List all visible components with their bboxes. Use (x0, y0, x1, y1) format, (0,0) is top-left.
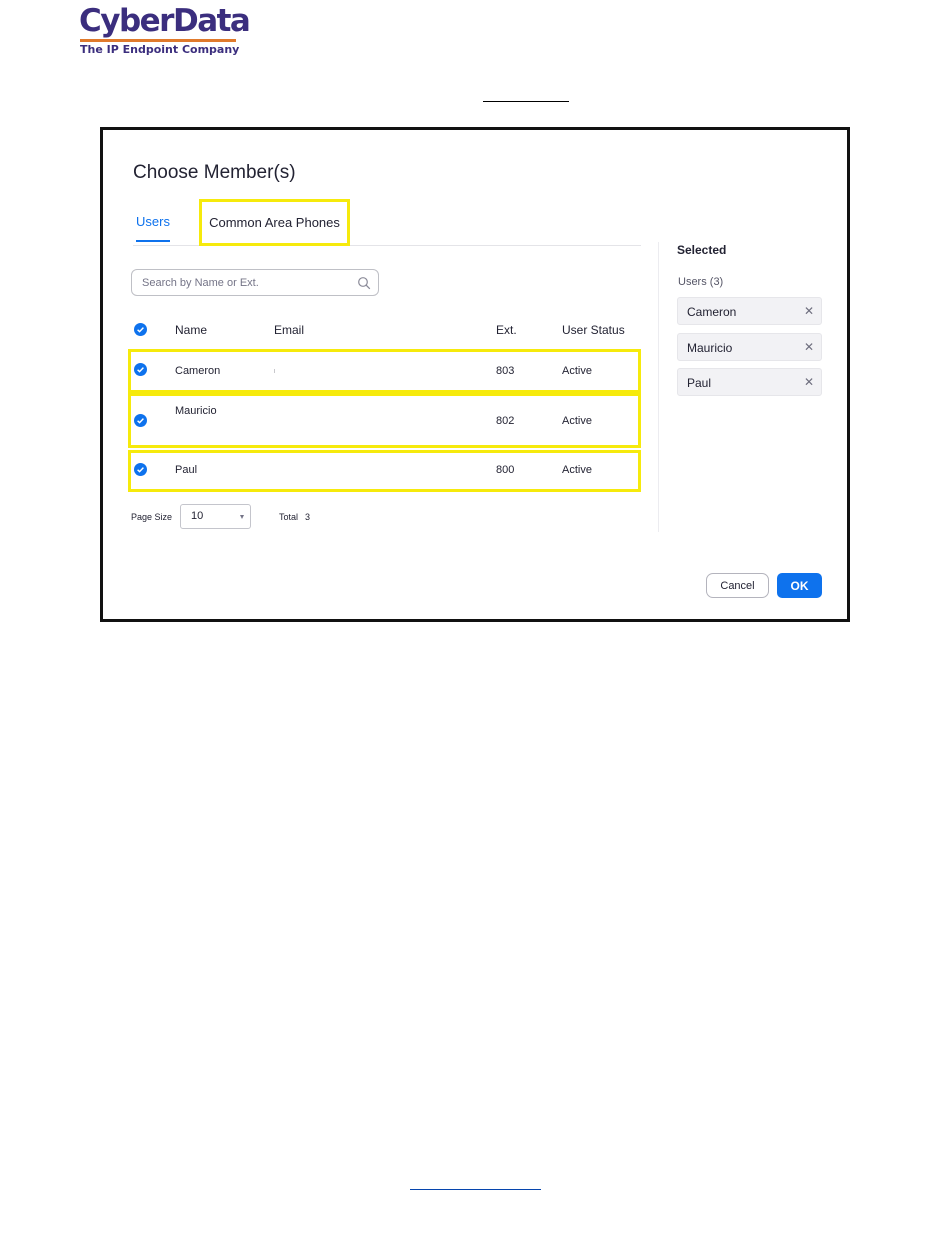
page-size-value: 10 (191, 510, 204, 522)
checkmark-icon (137, 327, 144, 333)
selected-chip: Cameron ✕ (677, 297, 822, 325)
search-icon[interactable] (357, 276, 371, 290)
selected-chip-label: Mauricio (687, 341, 733, 355)
checkmark-icon (137, 418, 144, 424)
total-count: 3 (305, 512, 311, 522)
row-checkbox[interactable] (134, 414, 147, 427)
row-checkbox[interactable] (134, 363, 147, 376)
cyberdata-logo: CyberData The IP Endpoint Company (79, 3, 251, 56)
cancel-button[interactable]: Cancel (706, 573, 769, 598)
selected-chip-label: Cameron (687, 305, 737, 319)
tab-common-area-phones-label: Common Area Phones (209, 215, 340, 230)
column-header-email: Email (274, 323, 305, 337)
row-ext: 800 (496, 464, 515, 476)
tab-common-area-phones[interactable]: Common Area Phones (199, 199, 350, 246)
row-status: Active (562, 464, 592, 476)
ok-button[interactable]: OK (777, 573, 822, 598)
column-header-user-status: User Status (562, 323, 625, 337)
checkmark-icon (137, 467, 144, 473)
document-link-underline (483, 101, 569, 102)
page-size-select[interactable]: 10 (180, 504, 251, 529)
close-icon[interactable]: ✕ (804, 304, 814, 318)
selected-chip-label: Paul (687, 376, 712, 390)
tab-bar: Users Common Area Phones (133, 199, 641, 246)
column-header-name: Name (175, 323, 208, 337)
selected-users-count: Users (3) (678, 276, 724, 288)
total-label: Total (279, 512, 299, 522)
row-status: Active (562, 365, 592, 377)
tab-users[interactable]: Users (136, 214, 170, 242)
checkmark-icon (137, 367, 144, 373)
search-box (131, 269, 379, 296)
chevron-down-icon (240, 515, 244, 519)
email-redacted-mark (274, 369, 275, 373)
selected-chip: Paul ✕ (677, 368, 822, 396)
logo-accent-bar (80, 39, 236, 42)
panel-divider (658, 242, 659, 532)
choose-members-dialog: Choose Member(s) Users Common Area Phone… (100, 127, 850, 622)
row-checkbox[interactable] (134, 463, 147, 476)
select-all-checkbox[interactable] (134, 323, 147, 336)
logo-wordmark: CyberData (79, 3, 251, 39)
close-icon[interactable]: ✕ (804, 375, 814, 389)
dialog-title: Choose Member(s) (133, 162, 296, 183)
row-ext: 802 (496, 415, 515, 427)
selected-panel-title: Selected (677, 243, 727, 257)
search-input[interactable] (132, 270, 342, 295)
table-row[interactable]: Cameron 803 Active (128, 349, 641, 393)
table-row[interactable]: Paul 800 Active (128, 450, 641, 492)
row-name: Cameron (175, 365, 221, 377)
column-header-ext: Ext. (496, 323, 517, 337)
row-status: Active (562, 415, 592, 427)
page-size-label: Page Size (131, 512, 173, 522)
row-name: Paul (175, 464, 198, 476)
row-name: Mauricio (175, 405, 217, 417)
table-row[interactable]: Mauricio 802 Active (128, 393, 641, 448)
logo-tagline: The IP Endpoint Company (80, 43, 240, 56)
close-icon[interactable]: ✕ (804, 340, 814, 354)
row-ext: 803 (496, 365, 515, 377)
footer-link-underline[interactable] (410, 1189, 541, 1190)
selected-chip: Mauricio ✕ (677, 333, 822, 361)
